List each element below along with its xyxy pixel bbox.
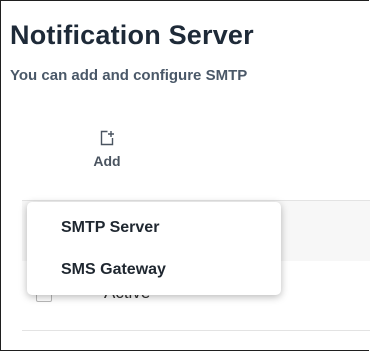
add-button-label: Add [93,153,121,169]
add-dropdown-menu: SMTP Server SMS Gateway [27,202,281,295]
add-document-icon [100,130,114,146]
table-row-divider [22,330,370,331]
add-button[interactable]: Add [82,130,132,178]
menu-item-sms-gateway[interactable]: SMS Gateway [27,250,281,290]
page-subtitle: You can add and configure SMTP [10,67,248,84]
window-frame [0,0,369,351]
page-title: Notification Server [10,20,254,50]
menu-item-smtp-server[interactable]: SMTP Server [27,208,281,248]
